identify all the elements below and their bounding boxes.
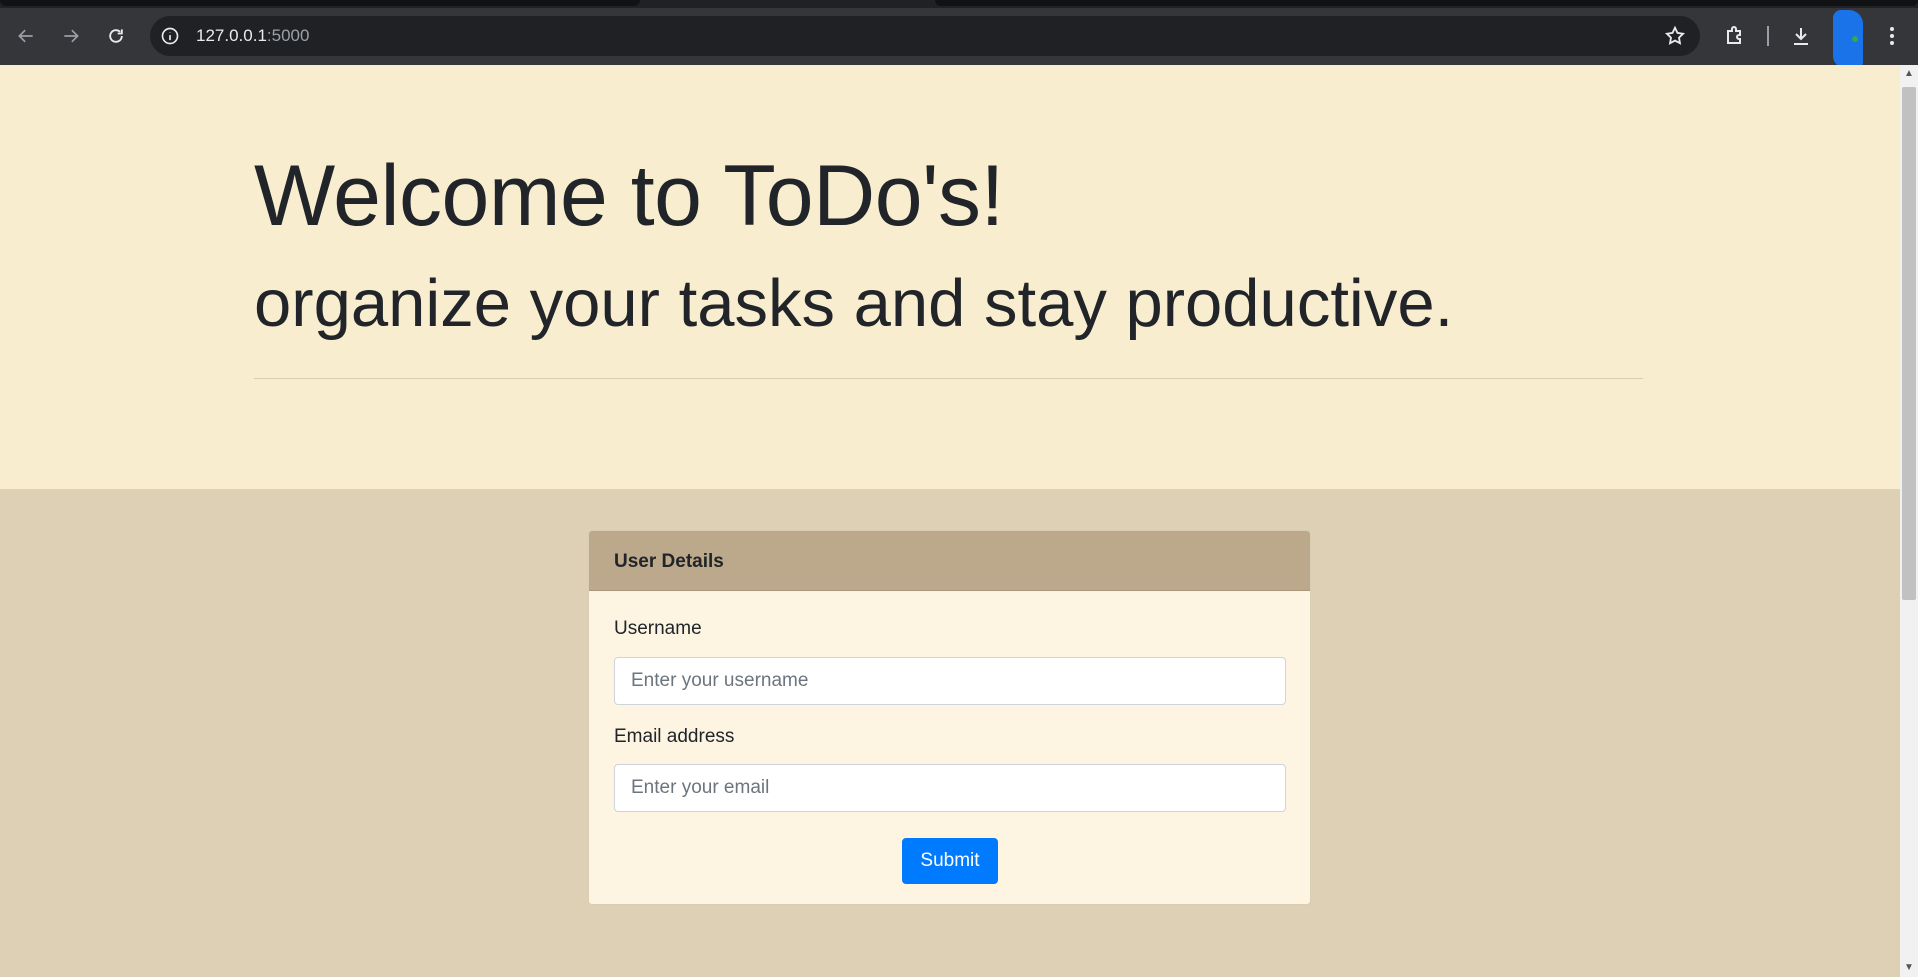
tab-background[interactable] [935,0,1918,6]
scroll-up-arrow-icon[interactable]: ▲ [1904,69,1914,79]
info-icon[interactable] [160,26,180,46]
star-icon[interactable] [1664,25,1686,47]
url-port: :5000 [266,26,310,45]
tab-background[interactable] [0,0,640,6]
hero-subtitle: organize your tasks and stay productive. [254,266,1454,341]
download-icon [1794,28,1808,45]
submit-button[interactable]: Submit [902,838,998,884]
scroll-down-arrow-icon[interactable]: ▼ [1904,963,1914,973]
arrow-right-icon [64,29,79,43]
page-viewport: Welcome to ToDo's! organize your tasks a… [0,65,1900,977]
username-input[interactable] [614,657,1286,705]
reload-button[interactable] [100,20,132,52]
forward-button[interactable] [55,20,87,52]
back-button[interactable] [10,20,42,52]
email-label: Email address [614,726,735,747]
kebab-menu-icon [1890,27,1894,45]
toolbar-divider [1767,26,1769,46]
extensions-button[interactable] [1721,22,1749,50]
username-label: Username [614,618,702,639]
hero-title: Welcome to ToDo's! [254,148,1004,244]
tab-strip [0,0,1918,8]
reload-icon [109,29,123,43]
url-host: 127.0.0.1 [196,26,267,45]
profile-avatar[interactable] [1833,10,1863,68]
vertical-scrollbar[interactable]: ▲ ▼ [1900,65,1918,977]
address-bar[interactable]: 127.0.0.1:5000 [150,16,1700,56]
downloads-button[interactable] [1787,22,1815,50]
user-details-card: User Details Username Email address Subm… [588,530,1311,905]
hero-section: Welcome to ToDo's! organize your tasks a… [0,65,1900,489]
card-header: User Details [589,531,1310,591]
profile-status-dot [1852,36,1858,42]
scrollbar-thumb[interactable] [1902,87,1916,600]
email-input[interactable] [614,764,1286,812]
arrow-left-icon [18,29,33,43]
hero-divider [254,378,1643,379]
puzzle-icon [1727,26,1741,44]
menu-button[interactable] [1878,22,1906,50]
card-title: User Details [614,551,724,572]
browser-toolbar: 127.0.0.1:5000 [0,0,1918,68]
url-text[interactable]: 127.0.0.1:5000 [196,26,309,46]
